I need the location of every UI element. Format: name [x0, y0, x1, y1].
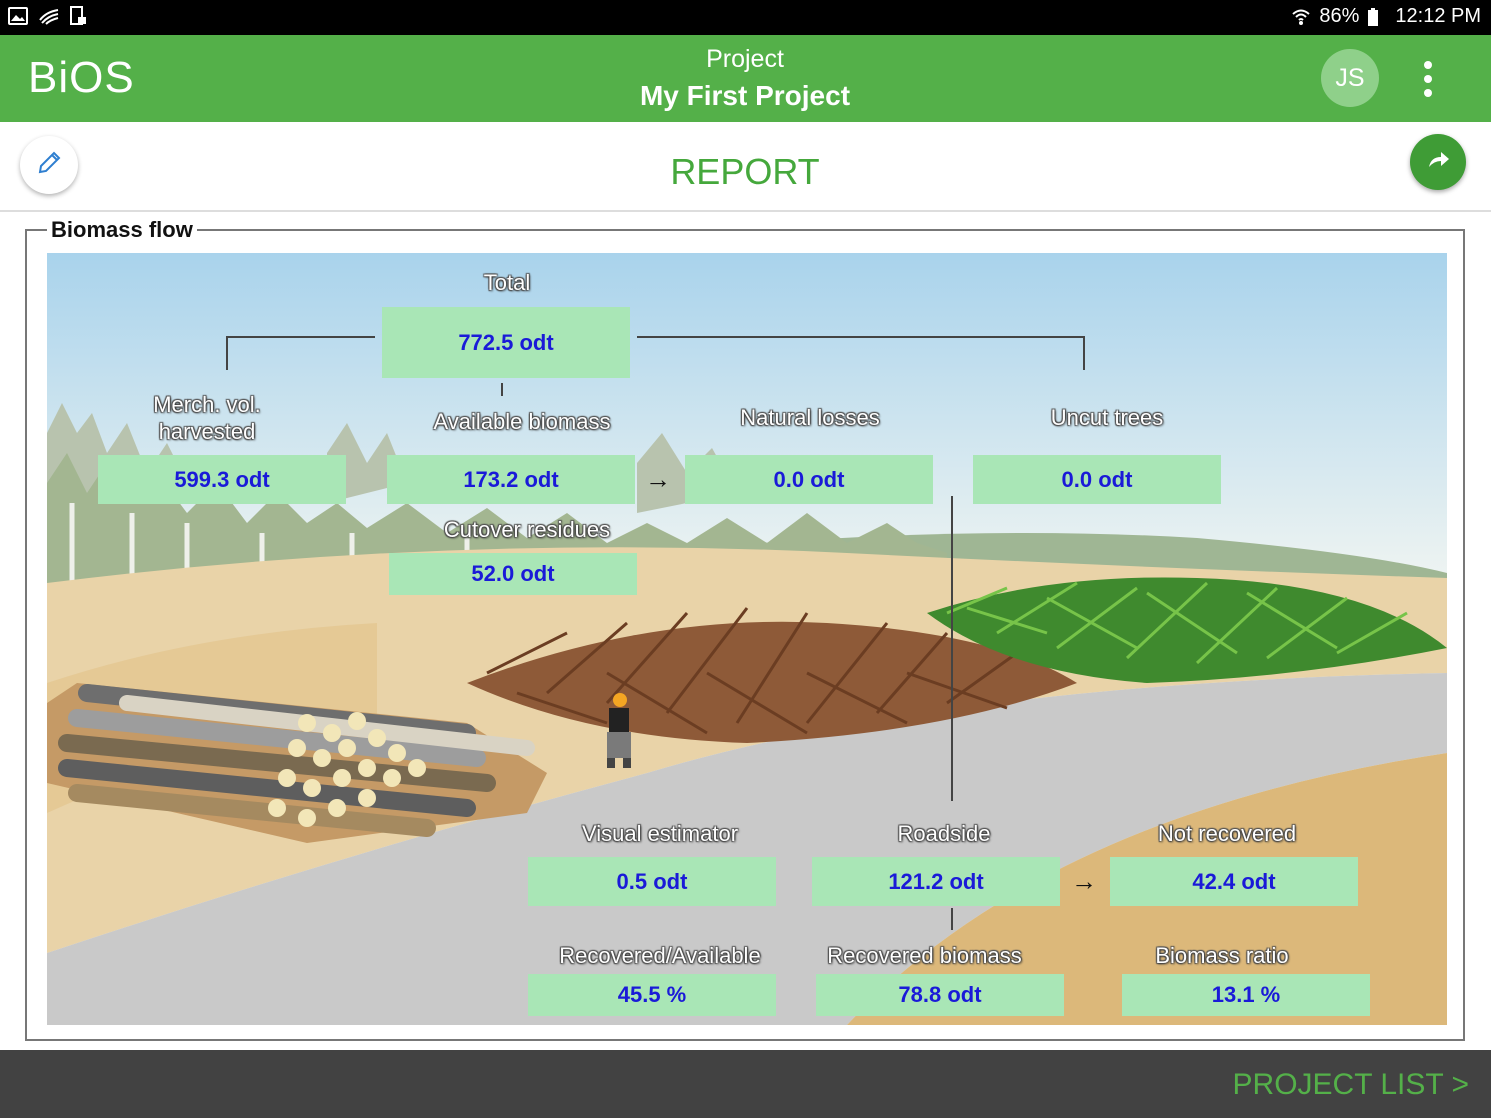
panel-legend: Biomass flow	[47, 217, 197, 243]
cutover-residues-label: Cutover residues	[443, 517, 611, 542]
app-bar: BiOS Project My First Project JS	[0, 35, 1491, 122]
natural-losses-value: 0.0 odt	[685, 455, 933, 504]
visual-estimator-label: Visual estimator	[581, 821, 739, 846]
status-bar: 86% 12:12 PM	[0, 0, 1491, 35]
pencil-icon	[35, 149, 63, 182]
biomass-flow-scene: Total 772.5 odt Merch. vol. harvested 59…	[47, 253, 1447, 1025]
app-logo: BiOS	[28, 53, 135, 102]
clock: 12:12 PM	[1395, 5, 1481, 27]
biomass-ratio-label: Biomass ratio	[1155, 943, 1289, 968]
wifi-icon	[1291, 7, 1311, 27]
bottom-bar: PROJECT LIST >	[0, 1050, 1491, 1118]
uncut-trees-label: Uncut trees	[1050, 405, 1164, 430]
merch-vol-label: Merch. vol. harvested	[153, 392, 261, 444]
total-label: Total	[483, 270, 531, 295]
share-button[interactable]	[1410, 134, 1466, 190]
visual-estimator-value: 0.5 odt	[528, 857, 776, 906]
available-biomass-label: Available biomass	[433, 409, 611, 434]
share-arrow-icon	[1423, 145, 1453, 180]
roadside-label: Roadside	[897, 821, 991, 846]
uncut-trees-value: 0.0 odt	[973, 455, 1221, 504]
overflow-menu-icon[interactable]	[1413, 57, 1443, 101]
report-header: REPORT	[0, 122, 1491, 212]
recovered-biomass-label: Recovered biomass	[827, 943, 1022, 968]
biomass-ratio-value: 13.1 %	[1122, 974, 1370, 1016]
landscape-illustration	[47, 253, 1447, 1025]
recovered-available-label: Recovered/Available	[559, 943, 761, 968]
file-lock-icon	[68, 6, 88, 26]
project-title-block: Project My First Project	[545, 45, 945, 112]
available-biomass-value: 173.2 odt	[387, 455, 635, 504]
cutover-residues-value: 52.0 odt	[389, 553, 637, 595]
cast-icon	[38, 6, 59, 26]
gallery-icon	[8, 6, 28, 26]
total-value: 772.5 odt	[382, 307, 630, 378]
recovered-available-value: 45.5 %	[528, 974, 776, 1016]
page-title: REPORT	[670, 151, 820, 192]
project-name: My First Project	[639, 80, 851, 111]
not-recovered-value: 42.4 odt	[1110, 857, 1358, 906]
recovered-biomass-value: 78.8 odt	[816, 974, 1064, 1016]
battery-icon	[1367, 7, 1387, 27]
project-list-button[interactable]: PROJECT LIST >	[1233, 1068, 1469, 1102]
arrow-to-natural-losses: →	[645, 464, 671, 494]
arrow-to-not-recovered: →	[1071, 866, 1097, 896]
not-recovered-label: Not recovered	[1157, 821, 1297, 846]
roadside-value: 121.2 odt	[812, 857, 1060, 906]
merch-vol-value: 599.3 odt	[98, 455, 346, 504]
natural-losses-label: Natural losses	[740, 405, 880, 430]
edit-button[interactable]	[20, 136, 78, 194]
battery-percent: 86%	[1319, 5, 1360, 27]
avatar[interactable]: JS	[1321, 49, 1379, 107]
biomass-flow-panel: Biomass flow Total 772.5 odt Merch. vol.…	[25, 217, 1465, 1041]
project-subtitle: Project	[706, 45, 784, 73]
